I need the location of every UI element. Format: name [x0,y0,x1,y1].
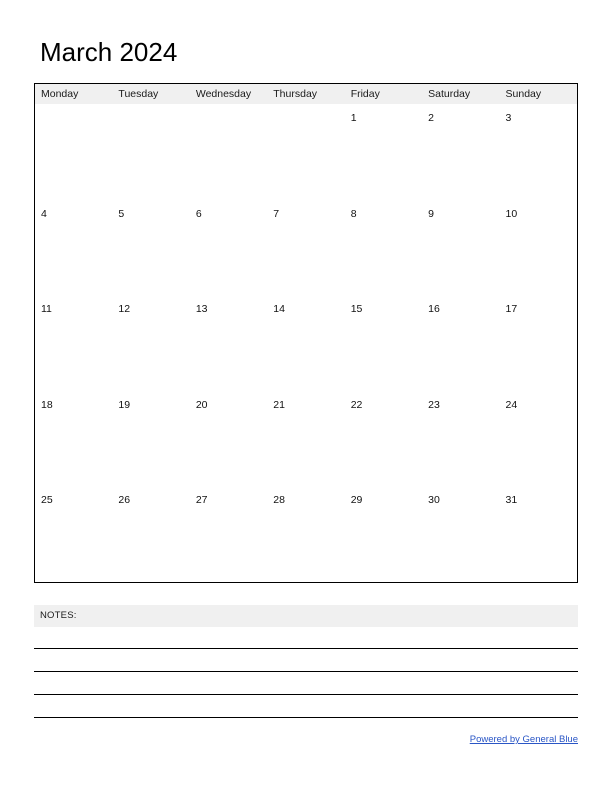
day-cell[interactable]: 8 [345,200,422,296]
weekday-header-monday: Monday [41,88,79,100]
weekday-header-wednesday: Wednesday [195,88,252,100]
week-row: 11 12 13 14 15 16 17 [35,295,577,391]
day-cell[interactable]: 18 [35,391,112,487]
day-cell[interactable] [267,104,344,200]
calendar-grid: Monday Tuesday Wednesday Thursday Friday… [34,83,578,583]
weekday-header-friday: Friday [350,88,380,100]
day-cell[interactable]: 12 [112,295,189,391]
day-cell[interactable]: 13 [190,295,267,391]
page-title: March 2024 [40,37,178,67]
powered-by-link[interactable]: Powered by General Blue [470,734,578,745]
notes-line [34,648,578,649]
notes-label: NOTES: [40,610,77,621]
weekday-header-thursday: Thursday [273,88,318,100]
notes-writing-area[interactable] [34,627,578,727]
day-cell[interactable]: 15 [345,295,422,391]
weekday-header-tuesday: Tuesday [118,88,159,100]
day-cell[interactable]: 19 [112,391,189,487]
day-cell[interactable]: 27 [190,486,267,582]
day-cell[interactable]: 21 [267,391,344,487]
day-cell[interactable]: 17 [500,295,577,391]
calendar-page: March 2024 Monday Tuesday Wednesday Thur… [0,0,612,792]
footer: Powered by General Blue [34,729,578,747]
day-cell[interactable]: 10 [500,200,577,296]
day-cell[interactable]: 9 [422,200,499,296]
day-cell[interactable]: 31 [500,486,577,582]
notes-header: NOTES: [34,605,578,627]
day-cell[interactable]: 23 [422,391,499,487]
week-row: 25 26 27 28 29 30 31 [35,486,577,582]
day-cell[interactable]: 26 [112,486,189,582]
weekday-header-sunday: Sunday [505,88,542,100]
day-cell[interactable]: 28 [267,486,344,582]
day-cell[interactable]: 3 [500,104,577,200]
day-cell[interactable]: 30 [422,486,499,582]
notes-line [34,671,578,672]
weekday-header-saturday: Saturday [428,88,471,100]
week-row: 1 2 3 [35,104,577,200]
day-cell[interactable] [112,104,189,200]
day-cell[interactable]: 22 [345,391,422,487]
day-cell[interactable]: 5 [112,200,189,296]
day-cell[interactable]: 1 [345,104,422,200]
day-cell[interactable]: 29 [345,486,422,582]
calendar-weeks: 1 2 3 4 5 6 7 8 9 10 11 12 13 14 15 16 1… [35,104,577,582]
weekday-header-row: Monday Tuesday Wednesday Thursday Friday… [35,84,577,104]
day-cell[interactable]: 2 [422,104,499,200]
week-row: 4 5 6 7 8 9 10 [35,200,577,296]
day-cell[interactable]: 11 [35,295,112,391]
day-cell[interactable]: 4 [35,200,112,296]
day-cell[interactable]: 14 [267,295,344,391]
day-cell[interactable]: 25 [35,486,112,582]
day-cell[interactable]: 24 [500,391,577,487]
day-cell[interactable]: 6 [190,200,267,296]
notes-line [34,694,578,695]
day-cell[interactable]: 20 [190,391,267,487]
day-cell[interactable] [190,104,267,200]
day-cell[interactable]: 16 [422,295,499,391]
week-row: 18 19 20 21 22 23 24 [35,391,577,487]
notes-line [34,717,578,718]
day-cell[interactable] [35,104,112,200]
day-cell[interactable]: 7 [267,200,344,296]
